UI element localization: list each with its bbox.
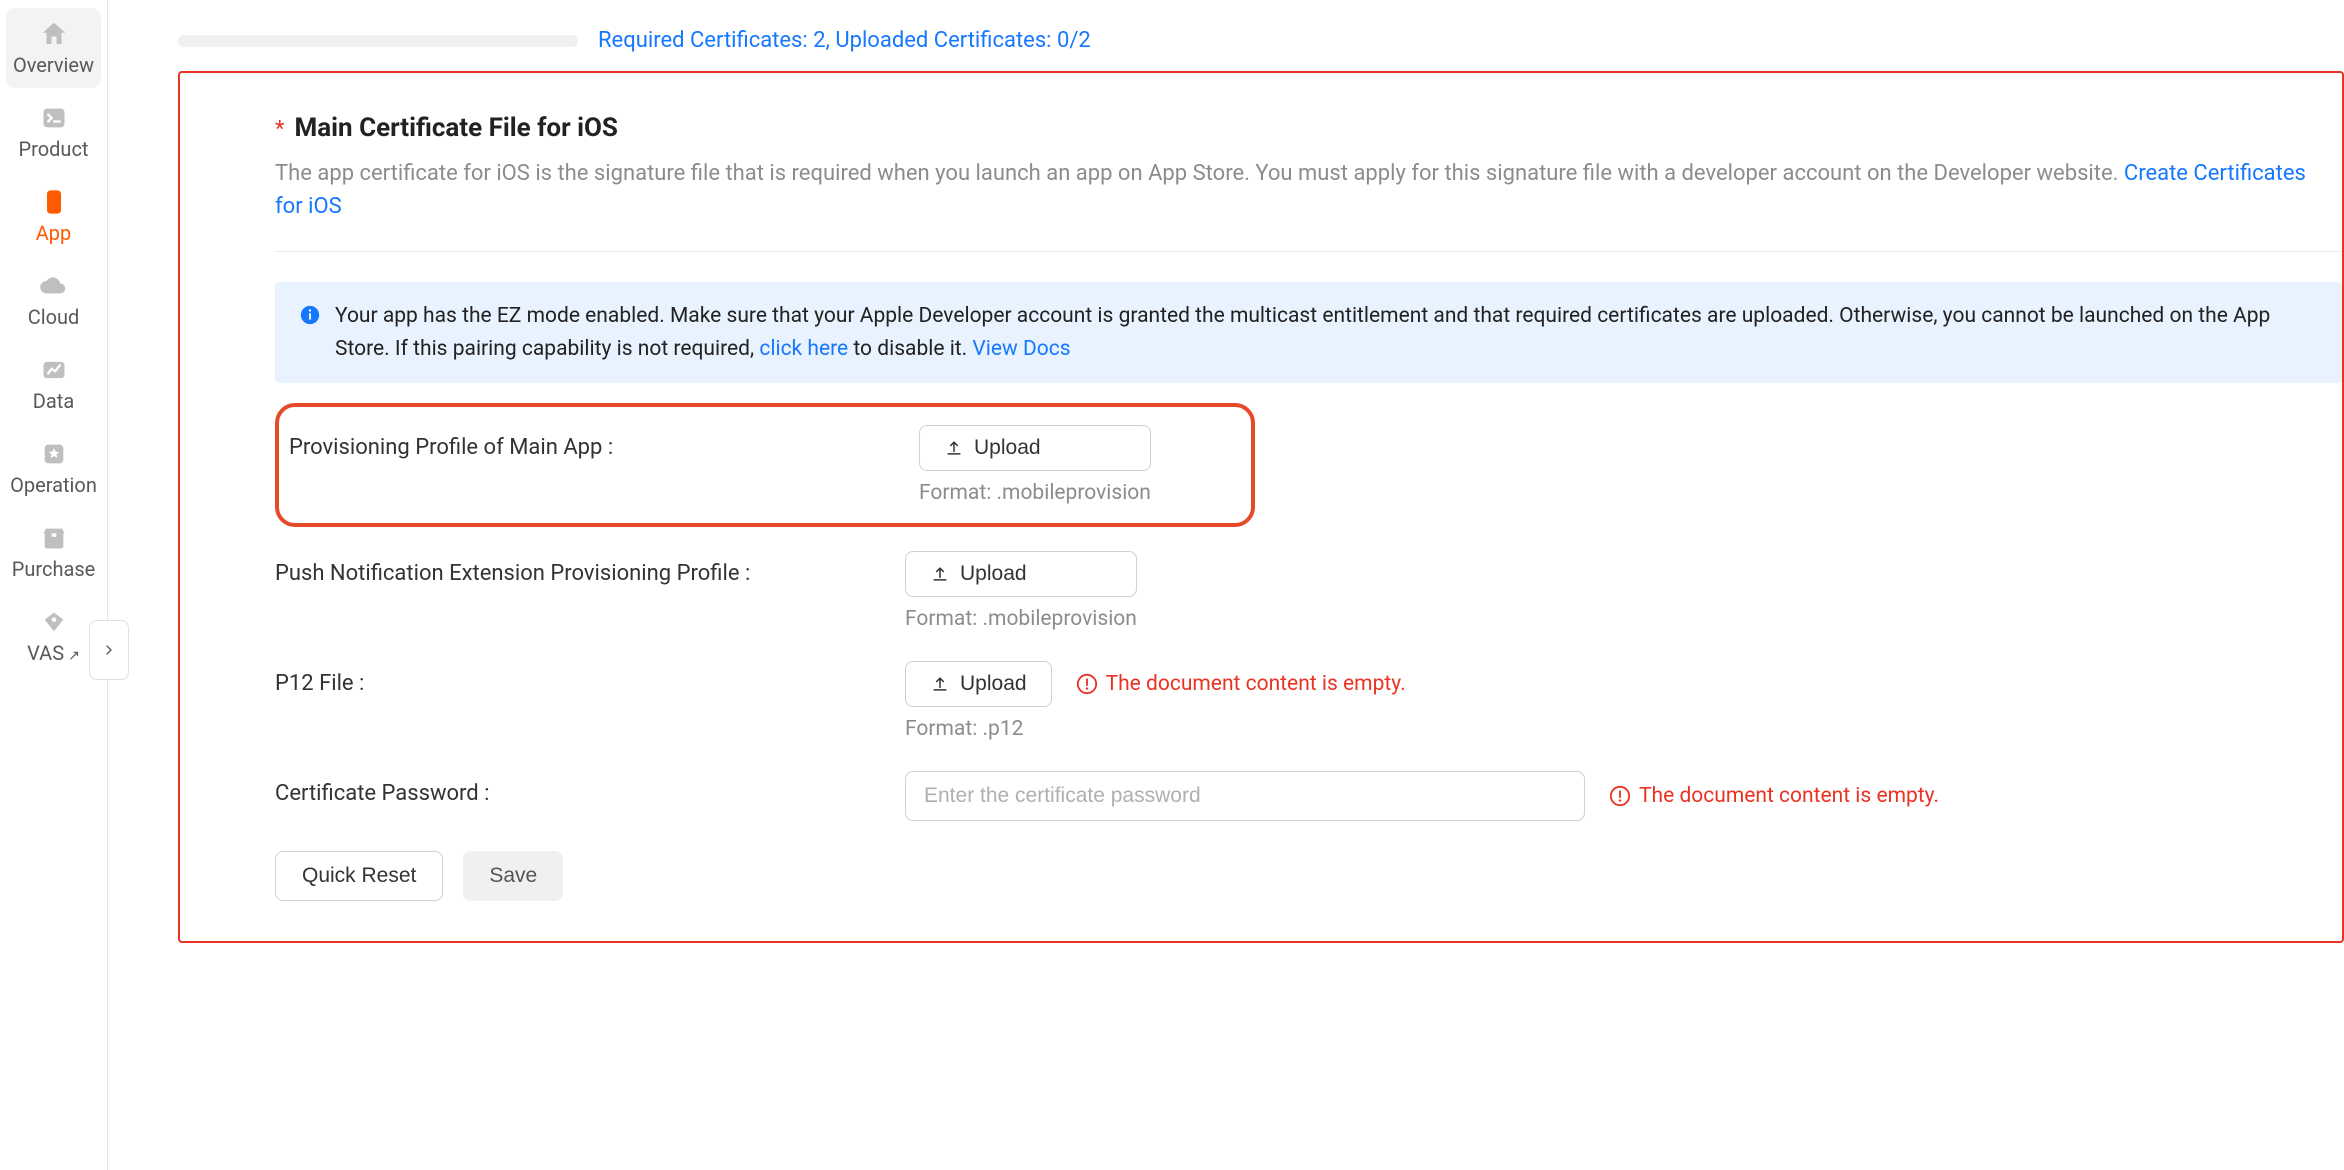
progress-text: Required Certificates: 2, Uploaded Certi… — [598, 28, 1091, 53]
phone-icon — [38, 186, 70, 218]
format-hint: Format: .mobileprovision — [905, 607, 1137, 631]
upload-icon — [944, 438, 964, 458]
chart-icon — [38, 354, 70, 386]
cert-password-input[interactable] — [905, 771, 1585, 821]
sidebar-item-vas[interactable]: VAS↗ — [6, 596, 101, 676]
save-button[interactable]: Save — [463, 851, 563, 901]
upload-push-ext-button[interactable]: Upload — [905, 551, 1137, 597]
format-hint: Format: .mobileprovision — [919, 481, 1151, 505]
upload-icon — [930, 564, 950, 584]
sidebar-item-label: Operation — [10, 474, 97, 496]
sidebar-item-label: Data — [33, 390, 74, 412]
info-banner: Your app has the EZ mode enabled. Make s… — [275, 282, 2342, 383]
progress-bar — [178, 35, 578, 47]
main-content: Required Certificates: 2, Uploaded Certi… — [108, 0, 2344, 1170]
sidebar-item-product[interactable]: Product — [6, 92, 101, 172]
sidebar-item-purchase[interactable]: Purchase — [6, 512, 101, 592]
p12-row: P12 File : Upload The document content i… — [275, 661, 2342, 741]
home-icon — [38, 18, 70, 50]
error-icon — [1076, 673, 1098, 695]
sidebar-item-label: Cloud — [28, 306, 80, 328]
push-ext-row: Push Notification Extension Provisioning… — [275, 551, 2342, 631]
upload-provisioning-main-button[interactable]: Upload — [919, 425, 1151, 471]
divider — [275, 251, 2342, 252]
section-title: Main Certificate File for iOS — [294, 113, 617, 143]
cert-password-error: The document content is empty. — [1609, 784, 1939, 808]
highlight-provisioning-main: Provisioning Profile of Main App : Uploa… — [275, 403, 1255, 527]
sidebar-item-app[interactable]: App — [6, 176, 101, 256]
section-title-row: * Main Certificate File for iOS — [275, 113, 2342, 143]
sidebar-item-label: Purchase — [12, 558, 96, 580]
package-icon — [38, 522, 70, 554]
star-badge-icon — [38, 438, 70, 470]
cert-password-label: Certificate Password : — [275, 771, 905, 806]
external-link-icon: ↗ — [68, 648, 80, 664]
sidebar-item-overview[interactable]: Overview — [6, 8, 101, 88]
info-icon — [299, 304, 321, 326]
cloud-icon — [38, 270, 70, 302]
quick-reset-button[interactable]: Quick Reset — [275, 851, 443, 901]
sidebar-item-data[interactable]: Data — [6, 344, 101, 424]
sidebar-item-operation[interactable]: Operation — [6, 428, 101, 508]
certificate-form-card: * Main Certificate File for iOS The app … — [178, 71, 2344, 943]
provisioning-main-label: Provisioning Profile of Main App : — [289, 425, 919, 460]
push-ext-label: Push Notification Extension Provisioning… — [275, 551, 905, 586]
error-icon — [1609, 785, 1631, 807]
sidebar-item-cloud[interactable]: Cloud — [6, 260, 101, 340]
upload-icon — [930, 674, 950, 694]
disable-link[interactable]: click here — [759, 337, 848, 361]
sidebar-item-label: Product — [19, 138, 89, 160]
section-description: The app certificate for iOS is the signa… — [275, 157, 2325, 223]
sidebar-item-label: VAS↗ — [27, 642, 80, 664]
sidebar-item-label: App — [36, 222, 72, 244]
upload-p12-button[interactable]: Upload — [905, 661, 1052, 707]
sidebar: Overview Product App Cloud Data Operatio… — [0, 0, 108, 1170]
format-hint: Format: .p12 — [905, 717, 1406, 741]
sidebar-item-label: Overview — [13, 54, 94, 76]
form-buttons: Quick Reset Save — [275, 851, 2342, 901]
tag-icon — [38, 606, 70, 638]
info-banner-text: Your app has the EZ mode enabled. Make s… — [335, 300, 2318, 365]
p12-error: The document content is empty. — [1076, 672, 1406, 696]
required-star-icon: * — [275, 117, 284, 142]
view-docs-link[interactable]: View Docs — [972, 337, 1070, 361]
terminal-icon — [38, 102, 70, 134]
progress-row: Required Certificates: 2, Uploaded Certi… — [178, 0, 2344, 71]
p12-label: P12 File : — [275, 661, 905, 696]
cert-password-row: Certificate Password : The document cont… — [275, 771, 2342, 821]
